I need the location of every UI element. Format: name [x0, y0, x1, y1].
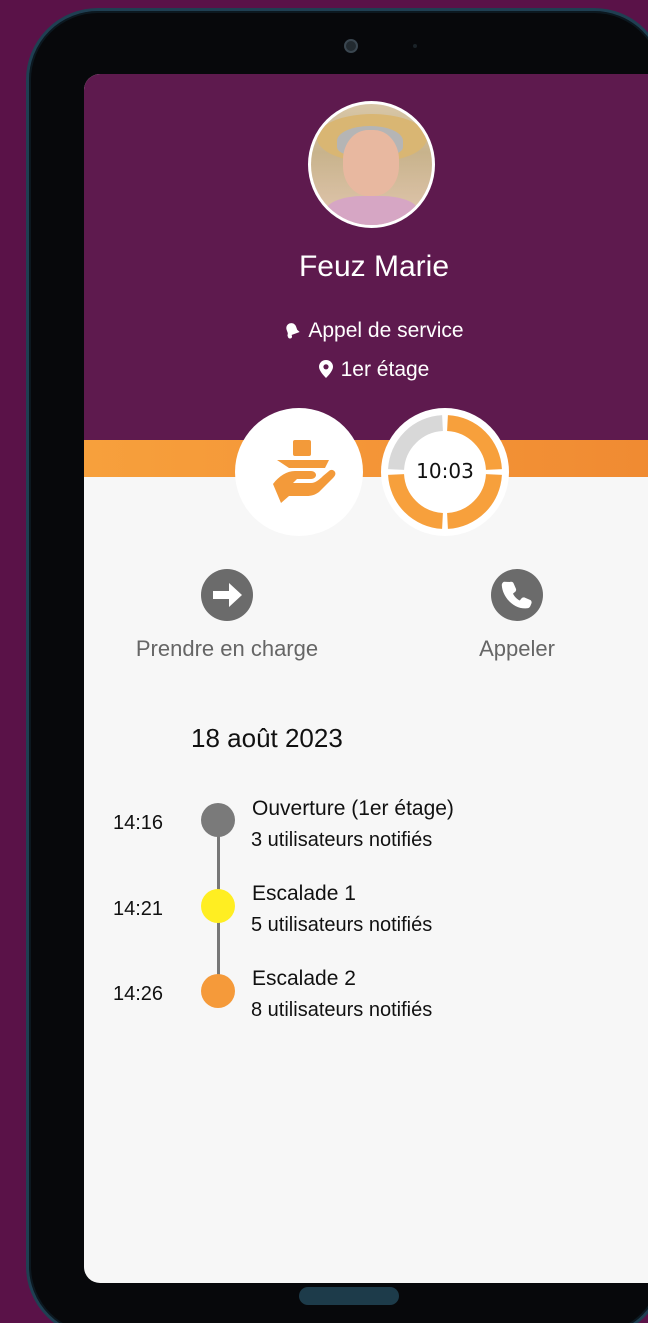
event-dot — [201, 889, 235, 923]
event-time: 14:16 — [113, 812, 164, 834]
event-title: Escalade 2 — [252, 967, 356, 990]
event-time: 14:26 — [113, 983, 164, 1005]
event-title: Ouverture (1er étage) — [252, 797, 454, 820]
event-detail: 5 utilisateurs notifiés — [251, 914, 433, 936]
event-title: Escalade 1 — [252, 882, 356, 905]
event-dot — [201, 974, 235, 1008]
front-camera — [344, 39, 358, 53]
event-dot — [201, 803, 235, 837]
event-detail: 8 utilisateurs notifiés — [251, 999, 433, 1021]
home-indicator[interactable] — [299, 1287, 399, 1305]
proximity-sensor — [413, 44, 417, 48]
event-detail: 3 utilisateurs notifiés — [251, 829, 433, 851]
event-time: 14:21 — [113, 898, 164, 920]
phone-frame: Feuz Marie Appel de service 1er étage 10… — [26, 8, 648, 1323]
timeline: 14:16 Ouverture (1er étage) 3 utilisateu… — [84, 74, 648, 1283]
screen: Feuz Marie Appel de service 1er étage 10… — [84, 74, 648, 1283]
